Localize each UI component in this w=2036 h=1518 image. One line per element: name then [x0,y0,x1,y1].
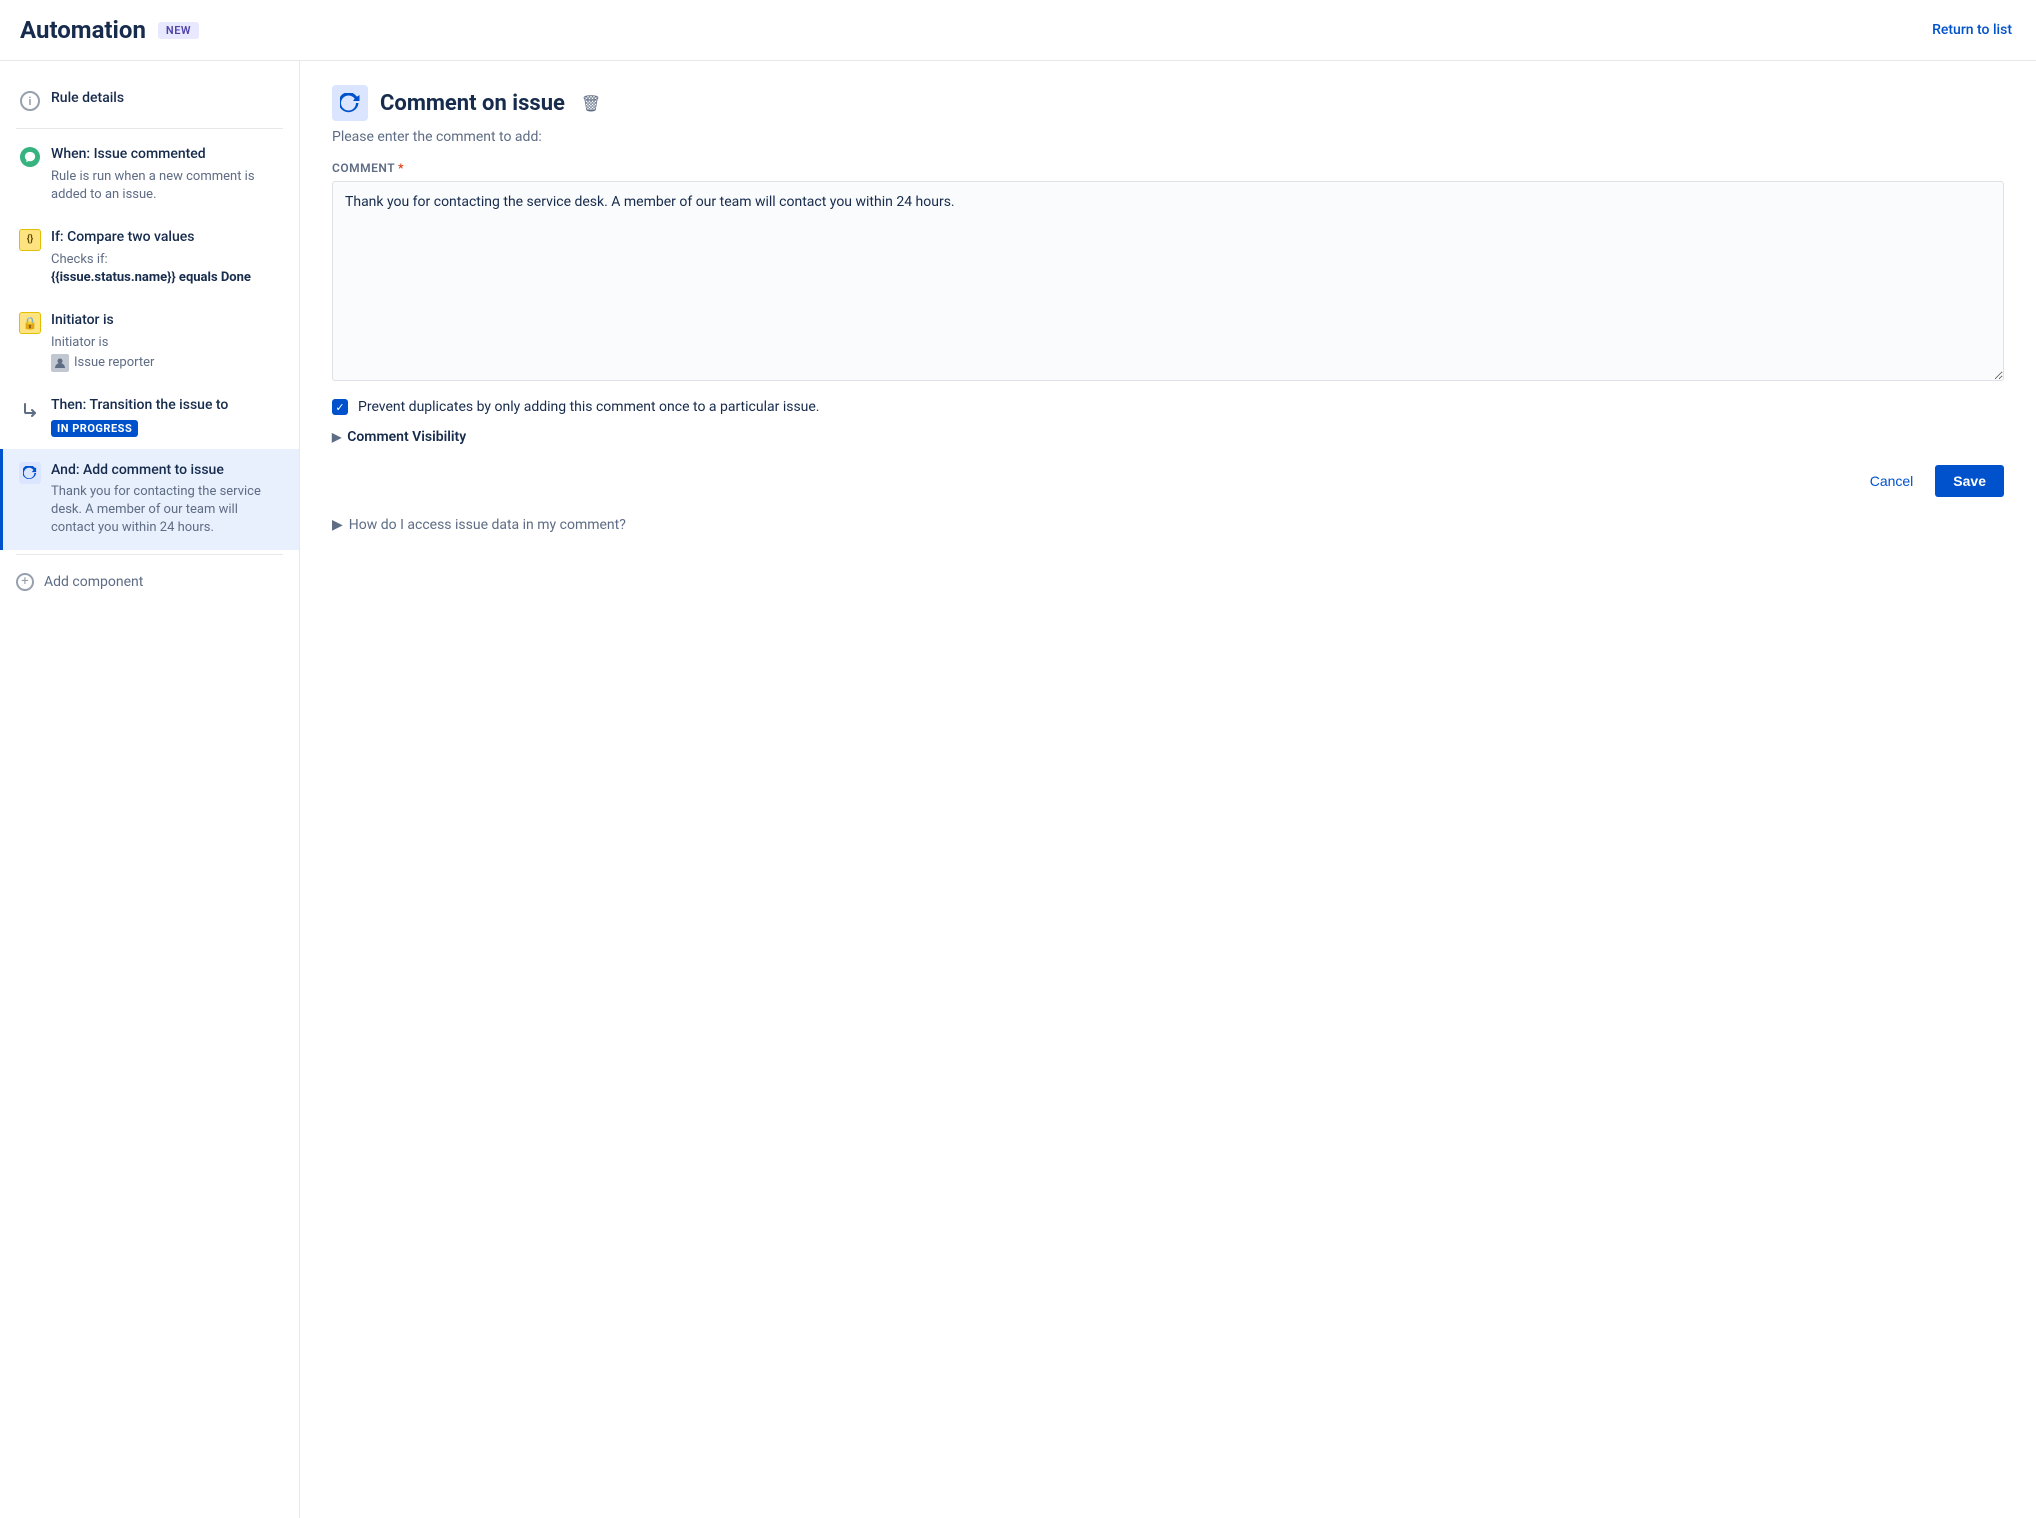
help-row[interactable]: ▶ How do I access issue data in my comme… [332,517,2004,533]
sidebar: i Rule details When: Issue commen [0,61,300,1518]
sidebar-when-title: When: Issue commented [51,145,283,165]
sidebar-item-initiator[interactable]: 🔒 Initiator is Initiator is [0,299,299,384]
required-star: * [398,161,404,175]
sidebar-if-desc: Checks if: {{issue.status.name}} equals … [51,251,283,287]
comment-label: Comment * [332,161,2004,175]
comment-visibility-toggle[interactable]: ▶ Comment Visibility [332,429,2004,445]
comment-icon [19,146,41,168]
sidebar-if-title: If: Compare two values [51,228,283,248]
lock-icon: 🔒 [19,312,41,334]
issue-reporter-row: Issue reporter [51,354,283,372]
app-title: Automation [20,16,146,44]
action-title: Comment on issue [380,91,565,116]
sidebar-divider-2 [16,554,283,555]
header: Automation NEW Return to list [0,0,2036,61]
sidebar-item-then[interactable]: Then: Transition the issue to IN PROGRES… [0,384,299,449]
prevent-duplicates-checkbox[interactable]: ✓ [332,399,348,415]
cancel-button[interactable]: Cancel [1858,465,1926,497]
add-component-label: Add component [44,574,143,590]
add-circle-icon: + [16,573,34,591]
sidebar-initiator-desc: Initiator is Issue reporter [51,334,283,372]
return-to-list-link[interactable]: Return to list [1932,22,2012,38]
sidebar-item-if[interactable]: {} If: Compare two values Checks if: {{i… [0,216,299,299]
comment-form: Comment * Thank you for contacting the s… [332,161,2004,533]
main-layout: i Rule details When: Issue commen [0,61,2036,1518]
in-progress-badge: IN PROGRESS [51,420,138,437]
transition-icon [19,397,41,419]
new-badge: NEW [158,22,199,39]
sidebar-item-rule-details[interactable]: i Rule details [0,77,299,124]
sidebar-reporter-label: Issue reporter [74,354,154,372]
sidebar-rule-details-title: Rule details [51,89,283,109]
refresh-small-icon [19,462,41,484]
delete-icon[interactable]: 🗑 [577,90,605,117]
sidebar-initiator-title: Initiator is [51,311,283,331]
form-actions: Cancel Save [332,465,2004,497]
circle-info-icon: i [19,90,41,112]
prevent-duplicates-label: Prevent duplicates by only adding this c… [358,399,820,415]
chevron-help-icon: ▶ [332,517,343,533]
sidebar-when-desc: Rule is run when a new comment is added … [51,168,283,204]
comment-textarea[interactable]: Thank you for contacting the service des… [332,181,2004,381]
sidebar-then-title: Then: Transition the issue to [51,396,283,416]
sidebar-item-and[interactable]: And: Add comment to issue Thank you for … [0,449,299,550]
help-label: How do I access issue data in my comment… [349,517,626,533]
chevron-right-icon: ▶ [332,430,341,444]
sidebar-if-desc-bold: {{issue.status.name}} equals Done [51,270,251,285]
person-icon [51,354,69,372]
action-subtitle: Please enter the comment to add: [332,129,2004,145]
sidebar-add-component[interactable]: + Add component [0,559,299,605]
prevent-duplicates-row: ✓ Prevent duplicates by only adding this… [332,399,2004,415]
app-container: Automation NEW Return to list i Rule det… [0,0,2036,1518]
action-icon-large [332,85,368,121]
save-button[interactable]: Save [1935,465,2004,497]
sidebar-initiator-line1: Initiator is [51,335,108,350]
sidebar-and-title: And: Add comment to issue [51,461,283,481]
comment-visibility-label: Comment Visibility [347,429,466,445]
braces-icon: {} [19,229,41,251]
sidebar-and-desc: Thank you for contacting the service des… [51,483,283,538]
sidebar-item-when[interactable]: When: Issue commented Rule is run when a… [0,133,299,216]
action-header: Comment on issue 🗑 [332,85,2004,121]
main-content: Comment on issue 🗑 Please enter the comm… [300,61,2036,1518]
sidebar-if-desc-prefix: Checks if: [51,252,108,267]
header-left: Automation NEW [20,16,199,44]
sidebar-divider-1 [16,128,283,129]
